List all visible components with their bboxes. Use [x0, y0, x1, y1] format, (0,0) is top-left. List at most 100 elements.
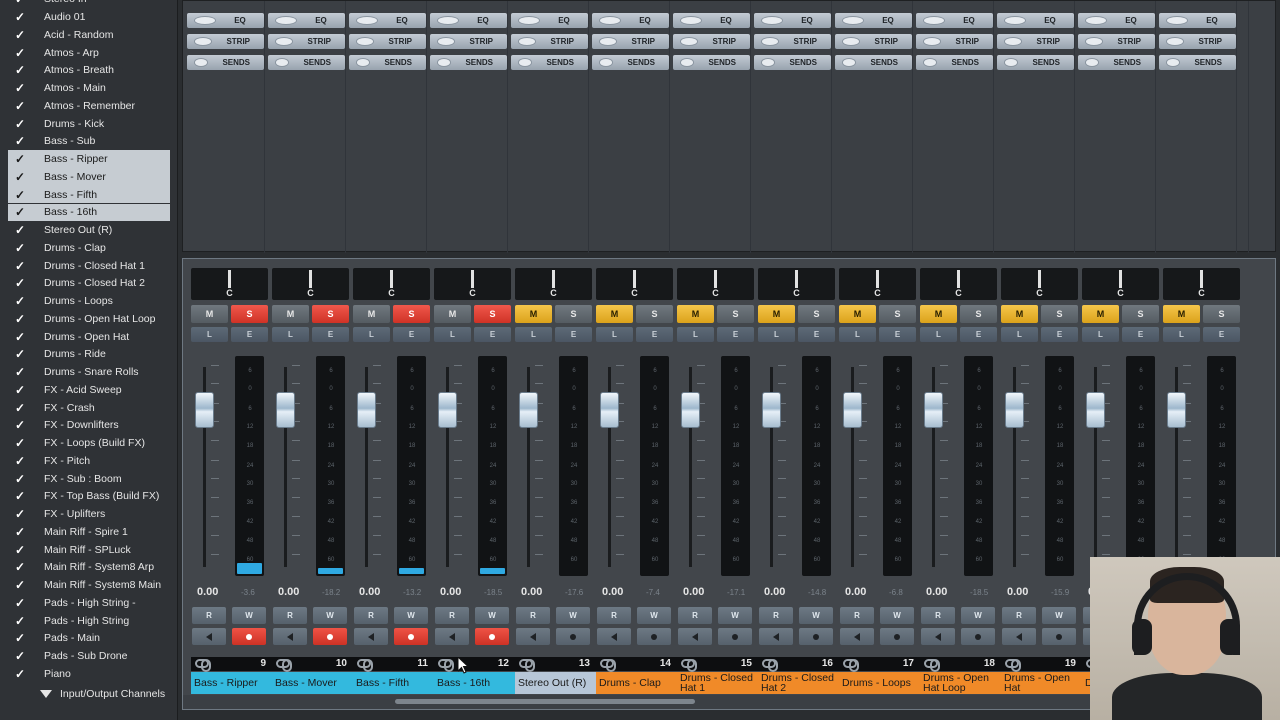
rack-sends-button[interactable]: SENDS — [592, 55, 669, 70]
rack-strip-button[interactable]: STRIP — [754, 34, 831, 49]
record-enable-button[interactable] — [313, 628, 347, 645]
rack-bypass-dot[interactable] — [842, 58, 857, 67]
read-automation-button[interactable]: R — [516, 607, 550, 624]
channel-name[interactable]: Bass - Mover — [272, 672, 353, 694]
channel-visibility-item[interactable]: ✓ Audio 01 — [8, 8, 170, 26]
visibility-check-icon[interactable]: ✓ — [8, 347, 32, 361]
visibility-check-icon[interactable]: ✓ — [8, 418, 32, 432]
rack-bypass-dot[interactable] — [923, 37, 942, 46]
rack-sends-button[interactable]: SENDS — [997, 55, 1074, 70]
rack-eq-button[interactable]: EQ — [997, 13, 1074, 28]
volume-readout[interactable]: 0.00 — [440, 586, 461, 598]
visibility-check-icon[interactable]: ✓ — [8, 134, 32, 148]
pan-control[interactable]: C — [1163, 268, 1240, 300]
channel-visibility-item[interactable]: ✓ FX - Loops (Build FX) — [8, 434, 170, 452]
edit-channel-button[interactable]: E — [555, 327, 592, 342]
record-enable-button[interactable] — [961, 628, 995, 645]
rack-eq-button[interactable]: EQ — [511, 13, 588, 28]
volume-readout[interactable]: 0.00 — [1007, 586, 1028, 598]
pan-control[interactable]: C — [1001, 268, 1078, 300]
rack-bypass-dot[interactable] — [356, 16, 378, 25]
visibility-check-icon[interactable]: ✓ — [8, 312, 32, 326]
pan-control[interactable]: C — [434, 268, 511, 300]
channel-visibility-item[interactable]: ✓ Stereo Out (R) — [8, 221, 170, 239]
record-enable-button[interactable] — [475, 628, 509, 645]
visibility-check-icon[interactable]: ✓ — [8, 560, 32, 574]
rack-eq-button[interactable]: EQ — [430, 13, 507, 28]
volume-readout[interactable]: 0.00 — [602, 586, 623, 598]
mute-button[interactable]: M — [1001, 305, 1038, 323]
listen-button[interactable]: L — [515, 327, 552, 342]
channel-name[interactable]: Bass - Fifth — [353, 672, 434, 694]
monitor-button[interactable] — [597, 628, 631, 645]
channel-visibility-item[interactable]: ✓ Piano — [8, 665, 170, 683]
rack-eq-button[interactable]: EQ — [673, 13, 750, 28]
scrollbar-thumb[interactable] — [395, 699, 695, 704]
edit-channel-button[interactable]: E — [798, 327, 835, 342]
volume-readout[interactable]: 0.00 — [845, 586, 866, 598]
channel-visibility-item[interactable]: ✓ FX - Acid Sweep — [8, 381, 170, 399]
channel-visibility-item[interactable]: ✓ Pads - High String — [8, 612, 170, 630]
rack-eq-button[interactable]: EQ — [1159, 13, 1236, 28]
write-automation-button[interactable]: W — [232, 607, 266, 624]
rack-bypass-dot[interactable] — [680, 37, 699, 46]
channel-visibility-item[interactable]: ✓Stereo In — [8, 0, 170, 8]
channel-visibility-item[interactable]: ✓ Acid - Random — [8, 26, 170, 44]
volume-fader-handle[interactable] — [924, 392, 943, 428]
rack-bypass-dot[interactable] — [518, 58, 533, 67]
record-enable-button[interactable] — [637, 628, 671, 645]
visibility-check-icon[interactable]: ✓ — [8, 383, 32, 397]
solo-button[interactable]: S — [231, 305, 268, 323]
solo-button[interactable]: S — [393, 305, 430, 323]
rack-sends-button[interactable]: SENDS — [430, 55, 507, 70]
link-group-icon[interactable] — [843, 659, 859, 672]
mute-button[interactable]: M — [434, 305, 471, 323]
edit-channel-button[interactable]: E — [393, 327, 430, 342]
rack-bypass-dot[interactable] — [923, 16, 945, 25]
mute-button[interactable]: M — [1082, 305, 1119, 323]
rack-bypass-dot[interactable] — [842, 37, 861, 46]
read-automation-button[interactable]: R — [435, 607, 469, 624]
rack-eq-button[interactable]: EQ — [1078, 13, 1155, 28]
channel-name[interactable]: Stereo Out (R) — [515, 672, 596, 694]
rack-strip-button[interactable]: STRIP — [268, 34, 345, 49]
channel-visibility-item[interactable]: ✓ Drums - Open Hat Loop — [8, 310, 170, 328]
channel-visibility-item[interactable]: ✓ Drums - Ride — [8, 346, 170, 364]
visibility-check-icon[interactable]: ✓ — [8, 28, 32, 42]
mute-button[interactable]: M — [758, 305, 795, 323]
channel-name[interactable]: Drums - Closed Hat 2 — [758, 672, 839, 694]
visibility-check-icon[interactable]: ✓ — [8, 117, 32, 131]
rack-eq-button[interactable]: EQ — [754, 13, 831, 28]
rack-bypass-dot[interactable] — [1004, 37, 1023, 46]
mute-button[interactable]: M — [515, 305, 552, 323]
rack-bypass-dot[interactable] — [518, 37, 537, 46]
write-automation-button[interactable]: W — [313, 607, 347, 624]
pan-control[interactable]: C — [353, 268, 430, 300]
channel-visibility-item[interactable]: ✓ Bass - 16th — [8, 203, 170, 222]
rack-sends-button[interactable]: SENDS — [1159, 55, 1236, 70]
record-enable-button[interactable] — [1042, 628, 1076, 645]
listen-button[interactable]: L — [1163, 327, 1200, 342]
rack-sends-button[interactable]: SENDS — [268, 55, 345, 70]
link-group-icon[interactable] — [762, 659, 778, 672]
visibility-check-icon[interactable]: ✓ — [8, 205, 32, 219]
read-automation-button[interactable]: R — [678, 607, 712, 624]
mute-button[interactable]: M — [191, 305, 228, 323]
volume-fader-handle[interactable] — [600, 392, 619, 428]
pan-control[interactable]: C — [677, 268, 754, 300]
rack-bypass-dot[interactable] — [356, 58, 371, 67]
pan-control[interactable]: C — [920, 268, 997, 300]
edit-channel-button[interactable]: E — [474, 327, 511, 342]
volume-readout[interactable]: 0.00 — [683, 586, 704, 598]
rack-sends-button[interactable]: SENDS — [1078, 55, 1155, 70]
mute-button[interactable]: M — [272, 305, 309, 323]
read-automation-button[interactable]: R — [192, 607, 226, 624]
rack-bypass-dot[interactable] — [1166, 16, 1188, 25]
rack-sends-button[interactable]: SENDS — [835, 55, 912, 70]
visibility-check-icon[interactable]: ✓ — [8, 614, 32, 628]
rack-eq-button[interactable]: EQ — [268, 13, 345, 28]
rack-bypass-dot[interactable] — [275, 37, 294, 46]
pan-control[interactable]: C — [839, 268, 916, 300]
rack-sends-button[interactable]: SENDS — [673, 55, 750, 70]
listen-button[interactable]: L — [191, 327, 228, 342]
